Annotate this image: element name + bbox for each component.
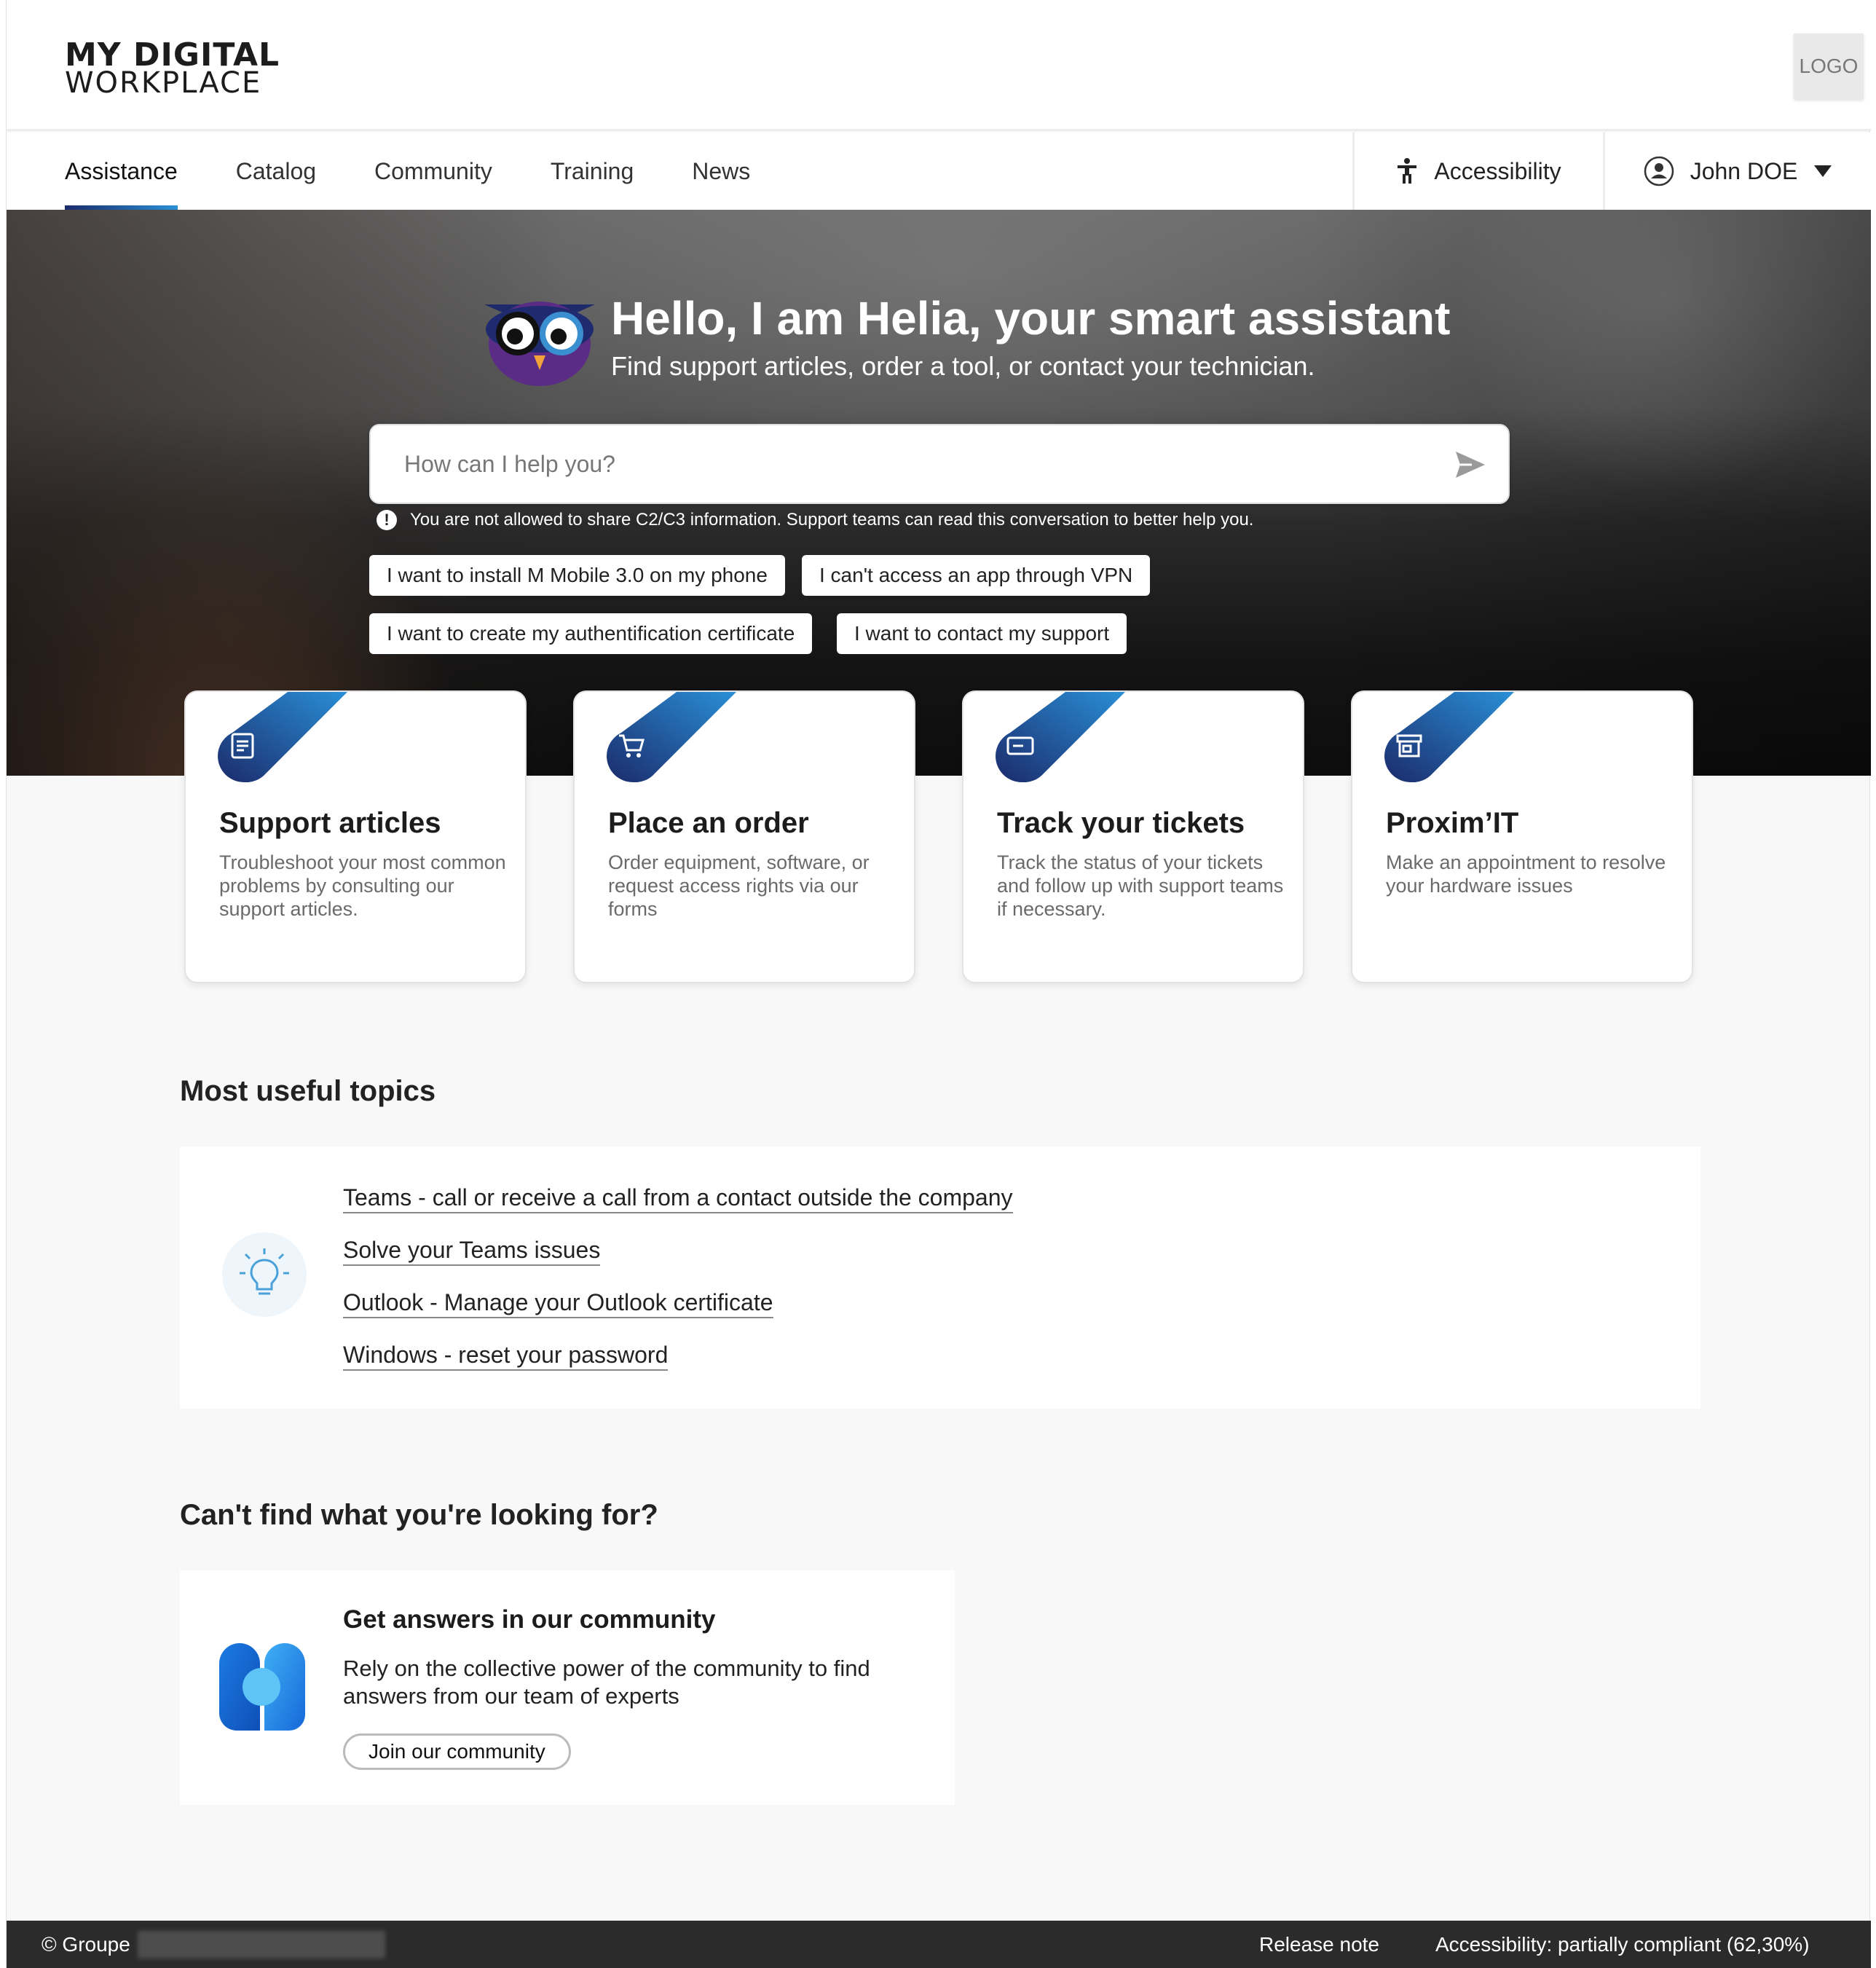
join-community-button[interactable]: Join our community [343, 1733, 571, 1770]
card-place-order[interactable]: Place an order Order equipment, software… [573, 690, 915, 983]
nav-catalog[interactable]: Catalog [236, 133, 316, 210]
topic-link[interactable]: Teams - call or receive a call from a co… [343, 1184, 1013, 1213]
release-note-link[interactable]: Release note [1259, 1921, 1379, 1968]
card-support-articles[interactable]: Support articles Troubleshoot your most … [184, 690, 527, 983]
helia-owl-icon [484, 302, 595, 386]
card-track-tickets[interactable]: Track your tickets Track the status of y… [962, 690, 1304, 983]
card-description: Track the status of your tickets and fol… [997, 851, 1284, 920]
suggestion-chip[interactable]: I can't access an app through VPN [802, 555, 1151, 596]
footer-copyright: © Groupe [42, 1921, 385, 1968]
lightbulb-icon [222, 1232, 307, 1317]
nav-training[interactable]: Training [551, 133, 634, 210]
assistant-search-input[interactable] [404, 425, 1424, 503]
card-title: Track your tickets [997, 807, 1245, 839]
nav-assistance[interactable]: Assistance [65, 133, 178, 210]
footer: © Groupe Release note Accessibility: par… [7, 1921, 1871, 1968]
store-icon [1396, 734, 1422, 757]
nav-news[interactable]: News [692, 133, 750, 210]
main-nav: Assistance Catalog Community Training Ne… [7, 133, 1871, 210]
topic-link[interactable]: Outlook - Manage your Outlook certificat… [343, 1289, 773, 1318]
company-logo-placeholder: LOGO [1794, 34, 1864, 99]
article-icon [231, 733, 254, 759]
topics-panel: Teams - call or receive a call from a co… [180, 1146, 1700, 1409]
user-menu[interactable]: John DOE [1603, 133, 1871, 210]
suggestion-chip[interactable]: I want to create my authentification cer… [369, 613, 813, 654]
suggestion-chip[interactable]: I want to install M Mobile 3.0 on my pho… [369, 555, 785, 596]
nav-community[interactable]: Community [374, 133, 492, 210]
user-avatar-icon [1644, 156, 1674, 186]
redacted-block [137, 1930, 385, 1959]
community-section-title: Can't find what you're looking for? [180, 1499, 658, 1531]
assistant-search-box [369, 424, 1510, 504]
warning-icon: ! [377, 510, 397, 530]
copyright-text: © Groupe [42, 1932, 130, 1956]
topic-link[interactable]: Windows - reset your password [343, 1342, 669, 1371]
cart-icon [619, 734, 645, 757]
accessibility-label: Accessibility [1434, 157, 1561, 184]
accessibility-compliance-link[interactable]: Accessibility: partially compliant (62,3… [1435, 1921, 1810, 1968]
card-title: Proxim’IT [1386, 807, 1519, 839]
card-title: Place an order [608, 807, 809, 839]
hero-subtitle: Find support articles, order a tool, or … [611, 351, 1315, 381]
ticket-icon [1006, 736, 1034, 755]
card-description: Troubleshoot your most common problems b… [219, 851, 506, 920]
accessibility-button[interactable]: Accessibility [1352, 133, 1603, 210]
chevron-down-icon [1814, 165, 1832, 177]
community-panel: Get answers in our community Rely on the… [180, 1570, 955, 1805]
privacy-warning: ! You are not allowed to share C2/C3 inf… [377, 510, 1253, 530]
privacy-warning-text: You are not allowed to share C2/C3 infor… [410, 510, 1254, 530]
card-proximit[interactable]: Proxim’IT Make an appointment to resolve… [1351, 690, 1693, 983]
page-frame: MY DIGITAL WORKPLACE LOGO Assistance Cat… [6, 0, 1871, 1968]
community-description: Rely on the collective power of the comm… [343, 1656, 870, 1709]
topic-link[interactable]: Solve your Teams issues [343, 1237, 601, 1266]
top-header: MY DIGITAL WORKPLACE LOGO [7, 0, 1871, 131]
brand-logo[interactable]: MY DIGITAL WORKPLACE [65, 39, 280, 98]
card-description: Order equipment, software, or request ac… [608, 851, 870, 920]
topics-section-title: Most useful topics [180, 1075, 436, 1107]
card-title: Support articles [219, 807, 441, 839]
user-name: John DOE [1690, 157, 1798, 184]
community-title: Get answers in our community [343, 1605, 716, 1634]
send-icon[interactable] [1454, 450, 1486, 479]
brand-line-2: WORKPLACE [65, 66, 262, 100]
suggestion-chip[interactable]: I want to contact my support [837, 613, 1127, 654]
hero-title: Hello, I am Helia, your smart assistant [611, 292, 1451, 345]
accessibility-icon [1398, 158, 1417, 184]
card-description: Make an appointment to resolve your hard… [1386, 851, 1666, 897]
community-icon [219, 1643, 305, 1731]
